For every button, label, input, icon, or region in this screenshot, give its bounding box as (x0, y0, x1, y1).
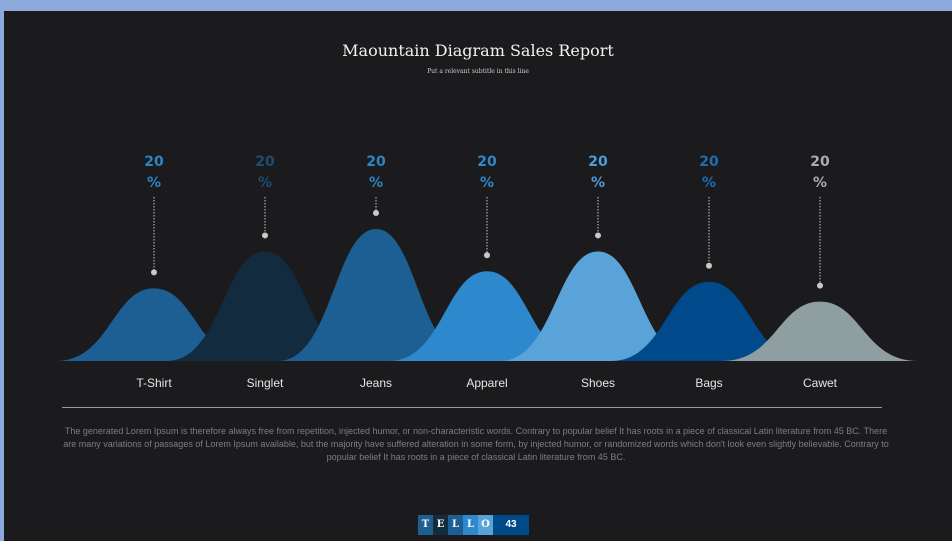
page-number: 43 (493, 515, 529, 535)
data-label-value: 20 (699, 154, 719, 170)
category-label: Cawet (803, 376, 838, 390)
footer-letter: E (433, 515, 448, 535)
divider-line (62, 407, 882, 408)
category-label: Shoes (581, 376, 615, 390)
category-label: Apparel (466, 376, 507, 390)
leader-dot (817, 282, 823, 289)
category-label: Bags (695, 376, 722, 390)
footer-letter: O (478, 515, 493, 535)
data-label-value: 20 (255, 154, 275, 170)
data-label-unit: % (480, 175, 494, 191)
data-label-value: 20 (144, 154, 164, 170)
data-label-value: 20 (588, 154, 608, 170)
category-label: Singlet (247, 376, 284, 390)
mountain-chart: 20% T-Shirt 20% Singlet 20% Jeans 20% Apparel 20… (56, 154, 918, 390)
data-label-value: 20 (810, 154, 830, 170)
data-label-value: 20 (366, 154, 386, 170)
leader-dot (262, 232, 268, 239)
body-paragraph: The generated Lorem Ipsum is therefore a… (63, 426, 889, 462)
leader-dot (373, 210, 379, 216)
data-label-unit: % (702, 175, 716, 191)
data-label-value: 20 (477, 154, 497, 170)
leader-dot (484, 252, 490, 259)
footer-letter: L (463, 515, 478, 535)
leader-dot (595, 232, 601, 239)
data-label-unit: % (591, 175, 605, 191)
data-label-unit: % (258, 175, 272, 191)
slide: Maountain Diagram Sales Report Put a rel… (4, 11, 952, 541)
leader-dot (151, 269, 157, 276)
leader-dot (706, 262, 712, 269)
data-label-unit: % (369, 175, 383, 191)
footer-letter: L (448, 515, 463, 535)
footer-letter: T (418, 515, 433, 535)
data-label-unit: % (813, 175, 827, 191)
category-label: T-Shirt (136, 376, 172, 390)
data-label-unit: % (147, 175, 161, 191)
footer-brand: T E L L O 43 (418, 515, 529, 535)
category-label: Jeans (360, 376, 392, 390)
